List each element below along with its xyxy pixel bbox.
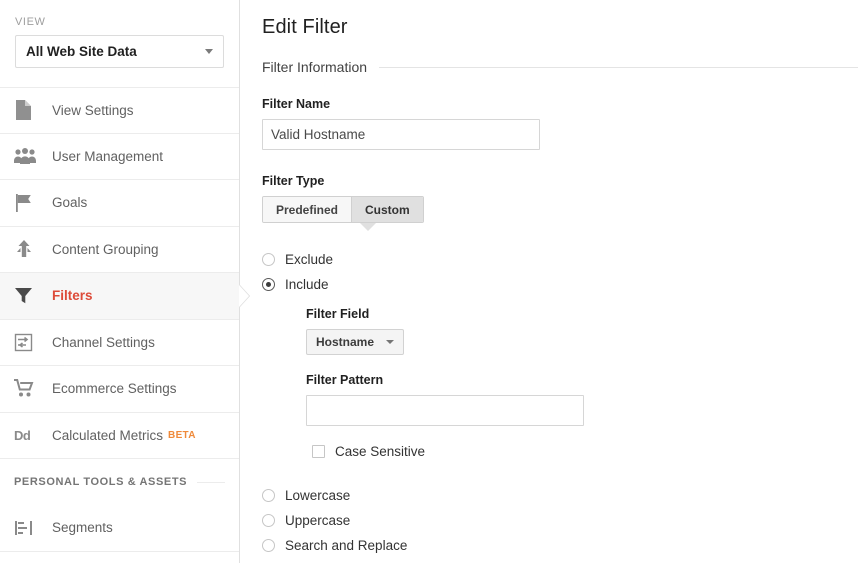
filter-information-header: Filter Information xyxy=(262,59,863,75)
filter-field-value: Hostname xyxy=(316,335,375,349)
view-selector-dropdown[interactable]: All Web Site Data xyxy=(15,35,224,68)
section-title: Filter Information xyxy=(262,59,368,75)
sidebar-item-ecommerce-settings[interactable]: Ecommerce Settings xyxy=(0,366,239,413)
other-options-group: Lowercase Uppercase Search and Replace A… xyxy=(262,483,863,563)
radio-uppercase-indicator xyxy=(262,514,275,527)
flag-icon xyxy=(14,191,42,215)
tab-custom[interactable]: Custom xyxy=(352,197,423,222)
sidebar-item-label: Goals xyxy=(52,195,88,211)
filter-field-dropdown[interactable]: Hostname xyxy=(306,329,405,355)
sidebar-nav-list: View Settings User Management Goals Cont… xyxy=(0,87,250,552)
include-exclude-group: Exclude Include xyxy=(262,247,863,297)
sidebar-item-label: Channel Settings xyxy=(52,334,155,350)
radio-exclude-label: Exclude xyxy=(285,252,334,267)
active-indicator-arrow xyxy=(239,284,249,307)
chevron-down-icon xyxy=(205,49,213,54)
radio-advanced[interactable]: Advanced xyxy=(262,558,863,563)
radio-include[interactable]: Include xyxy=(262,272,863,297)
section-rule xyxy=(379,66,858,68)
sidebar-item-label: Segments xyxy=(52,520,113,536)
sidebar-item-label: Filters xyxy=(52,288,93,304)
case-sensitive-row[interactable]: Case Sensitive xyxy=(312,444,863,459)
radio-search-and-replace-indicator xyxy=(262,539,275,552)
filter-pattern-label: Filter Pattern xyxy=(306,373,384,387)
radio-lowercase-indicator xyxy=(262,489,275,502)
app-root: VIEW All Web Site Data View Settings Use… xyxy=(0,0,863,563)
filter-name-group: Filter Name xyxy=(262,97,863,150)
radio-exclude[interactable]: Exclude xyxy=(262,247,863,272)
people-icon xyxy=(14,144,42,168)
sidebar-item-channel-settings[interactable]: Channel Settings xyxy=(0,320,239,366)
shopping-cart-icon xyxy=(14,377,42,401)
sidebar-item-label: Calculated Metrics xyxy=(52,427,164,443)
sidebar-item-filters[interactable]: Filters xyxy=(0,273,250,320)
radio-include-indicator xyxy=(262,278,275,291)
sidebar-item-label: Content Grouping xyxy=(52,241,159,257)
filter-type-group: Filter Type Predefined Custom xyxy=(262,174,863,231)
view-selector-value: All Web Site Data xyxy=(26,44,137,59)
radio-uppercase-label: Uppercase xyxy=(285,513,351,528)
sidebar-section-label: PERSONAL TOOLS & ASSETS xyxy=(14,476,188,488)
sidebar-item-label: User Management xyxy=(52,148,164,164)
filter-field-label: Filter Field xyxy=(306,307,370,321)
filter-name-label: Filter Name xyxy=(262,97,331,111)
case-sensitive-label: Case Sensitive xyxy=(335,444,426,459)
main-content: Edit Filter Filter Information Filter Na… xyxy=(240,0,863,563)
section-divider xyxy=(197,481,225,483)
sidebar-item-label: View Settings xyxy=(52,102,134,118)
filter-pattern-input[interactable] xyxy=(306,395,584,426)
tab-predefined[interactable]: Predefined xyxy=(263,197,353,222)
sidebar-item-view-settings[interactable]: View Settings xyxy=(0,87,239,134)
radio-search-and-replace-label: Search and Replace xyxy=(285,538,408,553)
radio-search-and-replace[interactable]: Search and Replace xyxy=(262,533,863,558)
sidebar: VIEW All Web Site Data View Settings Use… xyxy=(0,0,250,563)
sidebar-item-calculated-metrics[interactable]: Dd Calculated Metrics BETA xyxy=(0,413,239,459)
document-icon xyxy=(14,98,42,122)
radio-lowercase-label: Lowercase xyxy=(285,488,351,503)
view-section-label: VIEW xyxy=(15,16,46,28)
channel-arrows-icon xyxy=(14,330,42,354)
chevron-down-icon xyxy=(386,340,395,344)
filter-type-tabs: Predefined Custom xyxy=(262,196,424,223)
radio-include-label: Include xyxy=(285,277,329,292)
filter-type-tabs-wrapper: Predefined Custom xyxy=(262,196,540,231)
segments-icon xyxy=(14,516,42,540)
dd-icon: Dd xyxy=(14,427,31,443)
page-title: Edit Filter xyxy=(262,16,348,38)
filter-pattern-group: Filter Pattern xyxy=(306,373,863,426)
merge-arrow-icon xyxy=(14,237,42,261)
tab-selected-pointer-icon xyxy=(360,223,376,231)
sidebar-item-label: Ecommerce Settings xyxy=(52,381,177,397)
view-selector-block: VIEW All Web Site Data xyxy=(0,0,239,68)
funnel-icon xyxy=(14,284,42,308)
sidebar-item-content-grouping[interactable]: Content Grouping xyxy=(0,227,239,273)
sidebar-item-user-management[interactable]: User Management xyxy=(0,134,239,180)
sidebar-item-goals[interactable]: Goals xyxy=(0,180,239,227)
radio-uppercase[interactable]: Uppercase xyxy=(262,508,863,533)
case-sensitive-checkbox[interactable] xyxy=(312,445,325,458)
sidebar-section-personal-tools: PERSONAL TOOLS & ASSETS xyxy=(0,459,239,505)
sidebar-item-segments[interactable]: Segments xyxy=(0,505,239,552)
radio-exclude-indicator xyxy=(262,253,275,266)
beta-badge: BETA xyxy=(168,429,196,441)
filter-type-label: Filter Type xyxy=(262,174,325,188)
radio-lowercase[interactable]: Lowercase xyxy=(262,483,863,508)
filter-field-group: Filter Field Hostname xyxy=(306,307,863,355)
filter-name-input[interactable] xyxy=(262,119,540,150)
